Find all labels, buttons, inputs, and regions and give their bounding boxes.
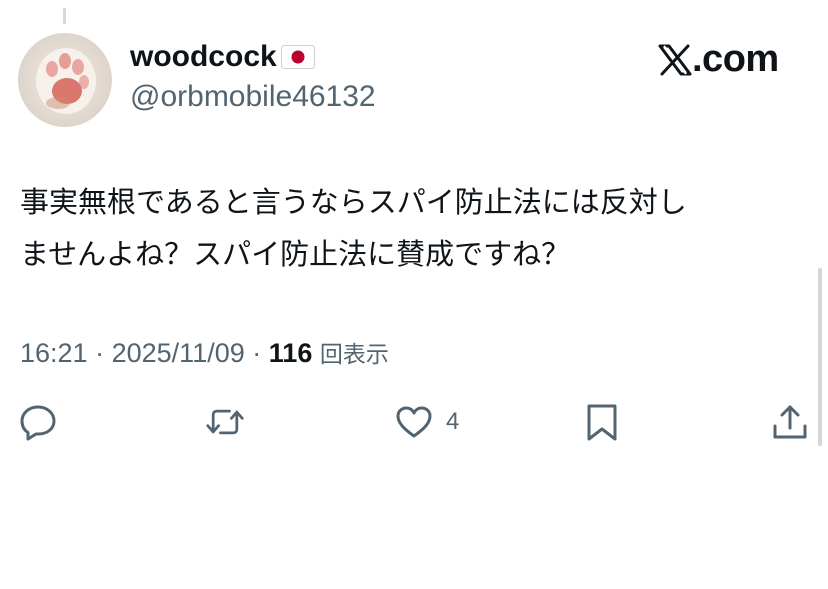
views-label: 回表示 <box>319 342 389 368</box>
tweet-text: 事実無根であると言うならスパイ防止法には反対し ませんよね？スパイ防止法に賛成で… <box>20 176 810 280</box>
like-button[interactable]: 4 <box>394 400 459 444</box>
like-count: 4 <box>446 408 460 435</box>
reply-icon <box>20 405 56 441</box>
action-bar: 4 <box>0 400 828 444</box>
scrollbar[interactable] <box>818 268 822 446</box>
x-logo-icon <box>658 44 692 75</box>
retweet-icon <box>206 409 244 435</box>
author-display-name-row[interactable]: woodcock <box>130 40 315 74</box>
retweet-button[interactable] <box>205 400 245 444</box>
tweet-date[interactable]: 2025/11/09 <box>112 338 245 368</box>
tweet-time[interactable]: 16:21 <box>20 338 88 368</box>
x-com-text: .com <box>692 38 779 80</box>
thread-connector-line <box>63 8 66 24</box>
views-count[interactable]: 116 <box>269 338 313 368</box>
cat-paw-avatar-image <box>18 33 112 127</box>
tweet-text-line-1: 事実無根であると言うならスパイ防止法には反対し <box>20 185 687 219</box>
tweet-meta: 16:21 · 2025/11/09 · 116 回表示 <box>20 335 389 369</box>
bookmark-button[interactable] <box>582 400 622 444</box>
share-icon <box>773 405 807 439</box>
author-display-name[interactable]: woodcock <box>130 40 277 74</box>
tweet-text-line-2: ませんよね？スパイ防止法に賛成ですね？ <box>20 237 571 271</box>
meta-separator: · <box>252 338 262 368</box>
avatar[interactable] <box>18 33 112 127</box>
heart-icon <box>396 406 432 438</box>
reply-button[interactable] <box>18 400 58 444</box>
meta-separator: · <box>95 338 105 368</box>
japan-flag-icon <box>280 45 315 69</box>
share-button[interactable] <box>770 400 810 444</box>
bookmark-icon <box>587 404 617 441</box>
author-handle[interactable]: @orbmobile46132 <box>130 80 376 114</box>
x-com-brand: .com <box>658 38 779 81</box>
